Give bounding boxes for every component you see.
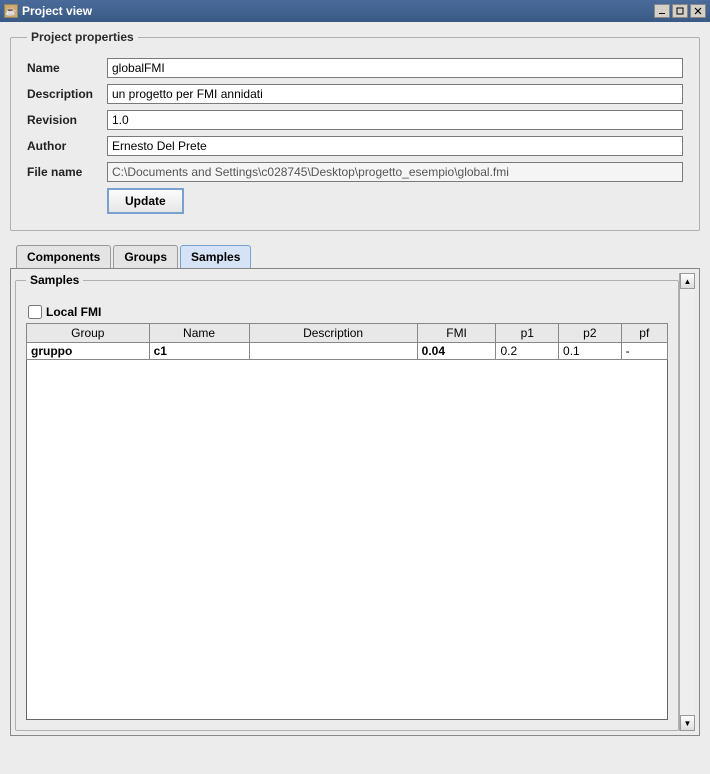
scroll-track[interactable] — [680, 289, 695, 715]
samples-legend: Samples — [26, 273, 83, 287]
cell-name[interactable]: c1 — [149, 343, 249, 360]
cell-fmi[interactable]: 0.04 — [417, 343, 496, 360]
minimize-button[interactable] — [654, 4, 670, 18]
filename-label: File name — [27, 165, 107, 179]
samples-table: Group Name Description FMI p1 p2 pf grup… — [26, 323, 668, 360]
scroll-down-icon[interactable]: ▼ — [680, 715, 695, 731]
maximize-button[interactable] — [672, 4, 688, 18]
properties-legend: Project properties — [27, 30, 138, 44]
java-icon: ☕ — [4, 4, 18, 18]
description-input[interactable] — [107, 84, 683, 104]
col-fmi[interactable]: FMI — [417, 324, 496, 343]
col-description[interactable]: Description — [249, 324, 417, 343]
vertical-scrollbar[interactable]: ▲ ▼ — [679, 273, 695, 731]
cell-p1[interactable]: 0.2 — [496, 343, 559, 360]
name-label: Name — [27, 61, 107, 75]
samples-group: Samples Local FMI Group Name Description… — [15, 273, 679, 731]
tab-groups[interactable]: Groups — [113, 245, 178, 268]
local-fmi-label: Local FMI — [46, 305, 101, 319]
title-bar: ☕ Project view — [0, 0, 710, 22]
cell-group[interactable]: gruppo — [27, 343, 150, 360]
col-p2[interactable]: p2 — [559, 324, 622, 343]
col-group[interactable]: Group — [27, 324, 150, 343]
col-pf[interactable]: pf — [621, 324, 667, 343]
name-input[interactable] — [107, 58, 683, 78]
tab-samples[interactable]: Samples — [180, 245, 251, 268]
revision-input[interactable] — [107, 110, 683, 130]
table-header-row: Group Name Description FMI p1 p2 pf — [27, 324, 668, 343]
filename-input — [107, 162, 683, 182]
cell-pf[interactable]: - — [621, 343, 667, 360]
cell-description[interactable] — [249, 343, 417, 360]
col-name[interactable]: Name — [149, 324, 249, 343]
description-label: Description — [27, 87, 107, 101]
update-button[interactable]: Update — [107, 188, 184, 214]
samples-panel: Samples Local FMI Group Name Description… — [10, 268, 700, 736]
tab-components[interactable]: Components — [16, 245, 111, 268]
col-p1[interactable]: p1 — [496, 324, 559, 343]
table-empty-area — [26, 360, 668, 720]
window-title: Project view — [22, 4, 92, 18]
revision-label: Revision — [27, 113, 107, 127]
author-input[interactable] — [107, 136, 683, 156]
table-row[interactable]: gruppo c1 0.04 0.2 0.1 - — [27, 343, 668, 360]
author-label: Author — [27, 139, 107, 153]
tab-row: Components Groups Samples — [16, 245, 700, 268]
project-properties-group: Project properties Name Description Revi… — [10, 30, 700, 231]
client-area: Project properties Name Description Revi… — [0, 22, 710, 774]
cell-p2[interactable]: 0.1 — [559, 343, 622, 360]
local-fmi-checkbox[interactable] — [28, 305, 42, 319]
close-button[interactable] — [690, 4, 706, 18]
scroll-up-icon[interactable]: ▲ — [680, 273, 695, 289]
